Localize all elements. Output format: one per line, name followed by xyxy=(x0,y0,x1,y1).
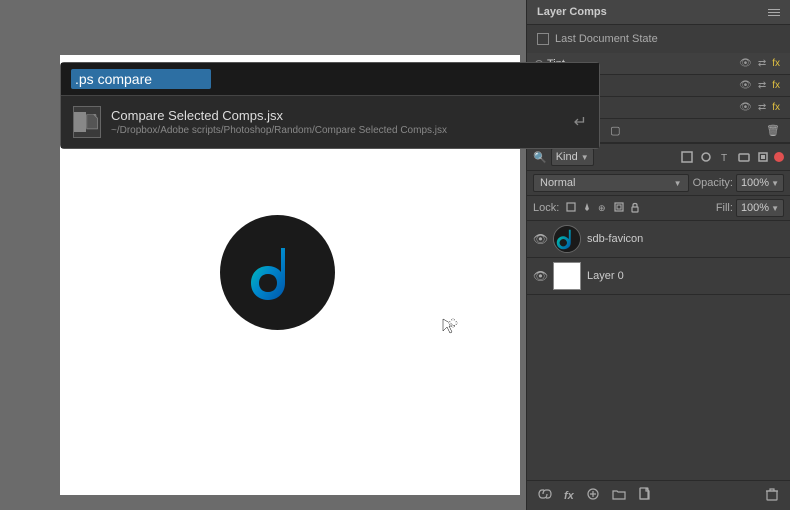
last-doc-state-row: Last Document State xyxy=(527,25,790,53)
script-result-item[interactable]: Compare Selected Comps.jsx ~/Dropbox/Ado… xyxy=(61,96,599,148)
filter-red-dot xyxy=(774,152,784,162)
bottom-circle-icon[interactable] xyxy=(583,485,603,506)
script-name: Compare Selected Comps.jsx xyxy=(111,108,564,123)
fill-value: 100% xyxy=(741,202,769,214)
layer-name-favicon: sdb-favicon xyxy=(587,233,784,245)
lock-icons: ⊕ xyxy=(565,201,641,216)
lock-paint-icon[interactable] xyxy=(581,201,593,216)
layer-comps-header: Layer Comps xyxy=(527,0,790,25)
comp-eye-icon[interactable]: 👁 xyxy=(737,57,754,70)
last-doc-state-checkbox[interactable] xyxy=(537,33,549,45)
comp-eye-icon-2[interactable]: 👁 xyxy=(737,79,754,92)
script-search-bar xyxy=(61,63,599,96)
lock-row: Lock: ⊕ Fill: xyxy=(527,196,790,221)
script-info: Compare Selected Comps.jsx ~/Dropbox/Ado… xyxy=(111,108,564,136)
fill-label: Fill: xyxy=(716,202,733,214)
fill-dropdown[interactable]: 100% ▼ xyxy=(736,199,784,217)
layer-visibility-0[interactable]: 👁 xyxy=(533,269,547,283)
script-search-input[interactable] xyxy=(71,69,211,89)
filter-icons: T xyxy=(679,149,784,165)
blend-mode-dropdown[interactable]: Normal ▼ xyxy=(533,174,689,192)
comp-arrows-icon-2[interactable]: ⇄ xyxy=(756,79,768,92)
last-doc-state-label: Last Document State xyxy=(555,33,658,45)
layer-list: 👁 sdb-favicon xyxy=(527,221,790,480)
blend-mode-label: Normal xyxy=(540,177,671,189)
filter-smart-icon[interactable] xyxy=(755,149,771,165)
bottom-link-icon[interactable] xyxy=(535,485,555,506)
lock-pixel-icon[interactable] xyxy=(565,201,577,216)
fill-chevron-icon: ▼ xyxy=(771,204,779,213)
blend-chevron-icon: ▼ xyxy=(674,179,682,188)
layers-panel: 🔍 Kind ▼ T xyxy=(527,144,790,510)
filter-dropdown[interactable]: Kind ▼ xyxy=(551,148,594,166)
fill-section: Fill: 100% ▼ xyxy=(716,199,784,217)
layer-row-favicon[interactable]: 👁 sdb-favicon xyxy=(527,221,790,258)
panel-menu-button[interactable] xyxy=(768,9,780,16)
bottom-toolbar: fx xyxy=(527,480,790,510)
filter-search-icon: 🔍 xyxy=(533,151,547,164)
lock-move-icon[interactable]: ⊕ xyxy=(597,201,609,216)
comp-fx-icon[interactable]: fx xyxy=(770,57,782,70)
script-file-icon xyxy=(73,106,101,138)
opacity-dropdown[interactable]: 100% ▼ xyxy=(736,174,784,192)
bottom-fx-icon[interactable]: fx xyxy=(561,488,577,504)
layer-visibility-favicon[interactable]: 👁 xyxy=(533,232,547,246)
comp-fx-icon-3[interactable]: fx xyxy=(770,101,782,114)
filter-pixel-icon[interactable] xyxy=(679,149,695,165)
bottom-folder-icon[interactable] xyxy=(609,485,629,506)
comp-icons-3: 👁 ⇄ fx xyxy=(737,101,782,114)
bottom-document-icon[interactable] xyxy=(635,485,655,506)
cursor xyxy=(439,315,459,335)
svg-text:T: T xyxy=(721,153,727,164)
filter-kind-label: Kind xyxy=(556,151,578,163)
bottom-trash-icon[interactable] xyxy=(762,485,782,506)
filter-type-icon[interactable]: T xyxy=(717,149,733,165)
comp-arrows-icon-3[interactable]: ⇄ xyxy=(756,101,768,114)
opacity-section: Opacity: 100% ▼ xyxy=(693,174,784,192)
comp-icons: 👁 ⇄ fx xyxy=(737,57,782,70)
script-dialog: Compare Selected Comps.jsx ~/Dropbox/Ado… xyxy=(60,62,600,149)
script-return-icon: ↵ xyxy=(574,112,587,132)
opacity-label: Opacity: xyxy=(693,177,733,189)
filter-shape-icon[interactable] xyxy=(736,149,752,165)
favicon-svg xyxy=(243,238,313,308)
blend-opacity-row: Normal ▼ Opacity: 100% ▼ xyxy=(527,171,790,196)
opacity-chevron-icon: ▼ xyxy=(771,179,779,188)
svg-text:⊕: ⊕ xyxy=(598,203,606,213)
comp-icons-2: 👁 ⇄ fx xyxy=(737,79,782,92)
script-path: ~/Dropbox/Adobe scripts/Photoshop/Random… xyxy=(111,125,564,136)
comp-fx-icon-2[interactable]: fx xyxy=(770,79,782,92)
layer-thumb-white xyxy=(553,262,581,290)
lock-artboard-icon[interactable] xyxy=(613,201,625,216)
filter-chevron-icon: ▼ xyxy=(581,153,589,162)
opacity-value: 100% xyxy=(741,177,769,189)
layer-name-0: Layer 0 xyxy=(587,270,784,282)
favicon-circle xyxy=(220,215,335,330)
comp-tool-frame[interactable]: ▢ xyxy=(608,123,622,138)
comp-eye-icon-3[interactable]: 👁 xyxy=(737,101,754,114)
filter-adjust-icon[interactable] xyxy=(698,149,714,165)
comp-arrows-icon[interactable]: ⇄ xyxy=(756,57,768,70)
lock-all-icon[interactable] xyxy=(629,201,641,216)
lock-label: Lock: xyxy=(533,202,559,214)
layer-thumb-favicon xyxy=(553,225,581,253)
layer-comps-title: Layer Comps xyxy=(537,6,768,18)
layer-row-0[interactable]: 👁 Layer 0 xyxy=(527,258,790,295)
comp-tool-trash[interactable]: 🗑 xyxy=(764,123,782,138)
